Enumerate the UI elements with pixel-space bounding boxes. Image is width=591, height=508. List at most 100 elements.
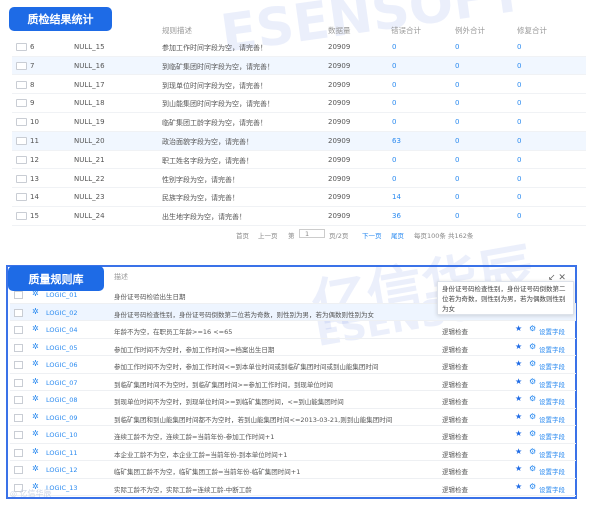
exception-total[interactable]: 0 (455, 118, 459, 126)
table-row[interactable]: ✲ LOGIC_06 参加工作时间不为空时，参加工作时间<=到本单位时间或到临矿集团… (10, 356, 576, 374)
fix-total[interactable]: 0 (517, 99, 521, 107)
star-icon[interactable]: ★ (515, 429, 522, 438)
error-total[interactable]: 36 (392, 212, 401, 220)
rule-code[interactable]: LOGIC_04 (46, 326, 78, 334)
table-row[interactable]: ✲ LOGIC_12 临矿集团工龄不为空，临矿集团工龄=当前年份-临矿集团时间+1 逻… (10, 461, 576, 479)
rule-code[interactable]: LOGIC_02 (46, 309, 78, 317)
error-total[interactable]: 0 (392, 43, 396, 51)
settings-icon[interactable]: ⚙ (529, 429, 536, 438)
row-checkbox[interactable] (14, 448, 23, 457)
row-checkbox[interactable] (14, 361, 23, 369)
row-checkbox[interactable] (16, 174, 27, 183)
table-row[interactable]: ✲ LOGIC_04 年龄不为空，在职员工年龄>=16 <=65 逻辑检查 ★ ⚙ 设置字段 (10, 321, 576, 339)
rule-code[interactable]: LOGIC_09 (46, 414, 78, 422)
table-row[interactable]: ✲ LOGIC_05 参加工作时间不为空时，参加工作时间>=档案出生日期 逻辑检查 ★ ⚙… (10, 339, 576, 356)
error-total[interactable]: 0 (392, 118, 396, 126)
set-fields-link[interactable]: 设置字段 (539, 361, 565, 371)
star-icon[interactable]: ★ (515, 464, 522, 473)
table-row[interactable]: ✲ LOGIC_07 到临矿集团时间不为空时，到临矿集团时间>=参加工作时间，到现单… (10, 374, 576, 391)
row-checkbox[interactable] (16, 99, 27, 108)
row-checkbox[interactable] (14, 396, 23, 404)
exception-total[interactable]: 0 (455, 193, 459, 201)
next-page-link[interactable]: 下一页 (362, 230, 382, 240)
settings-icon[interactable]: ⚙ (529, 412, 536, 421)
row-checkbox[interactable] (16, 137, 27, 145)
table-row[interactable]: 14 NULL_23 民族字段为空，请完善！ 20909 14 0 0 (12, 188, 586, 207)
exception-total[interactable]: 0 (455, 62, 459, 70)
row-checkbox[interactable] (14, 378, 23, 387)
row-checkbox[interactable] (14, 326, 23, 334)
error-total[interactable]: 63 (392, 137, 401, 145)
exception-total[interactable]: 0 (455, 137, 459, 145)
table-row[interactable]: ✲ LOGIC_11 本企业工龄不为空，本企业工龄=当前年份-到本单位时间+1 逻辑检… (10, 444, 576, 461)
table-row[interactable]: ✲ LOGIC_13 实际工龄不为空，实际工龄=连续工龄-中断工龄 逻辑检查 ★ ⚙ 设置字… (10, 479, 576, 496)
exception-total[interactable]: 0 (455, 212, 459, 220)
set-fields-link[interactable]: 设置字段 (539, 326, 565, 336)
set-fields-link[interactable]: 设置字段 (539, 484, 565, 494)
table-row[interactable]: 7 NULL_16 到临矿集团时间字段为空，请完善！ 20909 0 0 0 (12, 56, 586, 76)
star-icon[interactable]: ★ (515, 324, 522, 333)
table-row[interactable]: 15 NULL_24 出生地字段为空，请完善！ 20909 36 0 0 (12, 207, 586, 226)
settings-icon[interactable]: ⚙ (529, 464, 536, 473)
table-row[interactable]: 10 NULL_19 临矿集团工龄字段为空，请完善！ 20909 0 0 0 (12, 113, 586, 132)
row-checkbox[interactable] (16, 193, 27, 202)
rule-code[interactable]: LOGIC_07 (46, 379, 78, 387)
rule-code[interactable]: LOGIC_12 (46, 466, 78, 474)
set-fields-link[interactable]: 设置字段 (539, 396, 565, 406)
first-page-link[interactable]: 首页 (236, 230, 249, 240)
last-page-link[interactable]: 尾页 (391, 230, 404, 240)
table-row[interactable]: ✲ LOGIC_09 到临矿集团和到山能集团时间都不为空时，若到山能集团时间<=20… (10, 409, 576, 426)
fix-total[interactable]: 0 (517, 175, 521, 183)
row-checkbox[interactable] (14, 431, 23, 439)
star-icon[interactable]: ★ (515, 412, 522, 421)
error-total[interactable]: 0 (392, 62, 396, 70)
table-row[interactable]: 12 NULL_21 职工姓名字段为空，请完善！ 20909 0 0 0 (12, 151, 586, 170)
rule-code[interactable]: LOGIC_06 (46, 361, 78, 369)
set-fields-link[interactable]: 设置字段 (539, 449, 565, 459)
error-total[interactable]: 0 (392, 175, 396, 183)
star-icon[interactable]: ★ (515, 394, 522, 403)
row-checkbox[interactable] (14, 343, 23, 352)
star-icon[interactable]: ★ (515, 377, 522, 386)
table-row[interactable]: 6 NULL_15 参加工作时间字段为空，请完善！ 20909 0 0 0 (12, 38, 586, 57)
set-fields-link[interactable]: 设置字段 (539, 414, 565, 424)
table-row[interactable]: 11 NULL_20 政治面貌字段为空，请完善！ 20909 63 0 0 (12, 132, 586, 151)
rule-code[interactable]: LOGIC_11 (46, 449, 78, 457)
exception-total[interactable]: 0 (455, 81, 459, 89)
star-icon[interactable]: ★ (515, 447, 522, 456)
exception-total[interactable]: 0 (455, 175, 459, 183)
page-number-input[interactable]: 1 (299, 229, 325, 238)
star-icon[interactable]: ★ (515, 342, 522, 351)
exception-total[interactable]: 0 (455, 43, 459, 51)
set-fields-link[interactable]: 设置字段 (539, 466, 565, 476)
star-icon[interactable]: ★ (515, 359, 522, 368)
prev-page-link[interactable]: 上一页 (258, 230, 278, 240)
settings-icon[interactable]: ⚙ (529, 394, 536, 403)
fix-total[interactable]: 0 (517, 43, 521, 51)
row-checkbox[interactable] (16, 212, 27, 221)
error-total[interactable]: 0 (392, 156, 396, 164)
settings-icon[interactable]: ⚙ (529, 359, 536, 368)
table-row[interactable]: ✲ LOGIC_08 到现单位时间不为空时，到现单位时间>=到临矿集团时间，<=到山… (10, 391, 576, 409)
fix-total[interactable]: 0 (517, 81, 521, 89)
settings-icon[interactable]: ⚙ (529, 324, 536, 333)
row-checkbox[interactable] (14, 291, 23, 299)
rule-code[interactable]: LOGIC_08 (46, 396, 78, 404)
settings-icon[interactable]: ⚙ (529, 447, 536, 456)
rule-code[interactable]: LOGIC_10 (46, 431, 78, 439)
row-checkbox[interactable] (14, 308, 23, 317)
exception-total[interactable]: 0 (455, 156, 459, 164)
fix-total[interactable]: 0 (517, 212, 521, 220)
error-total[interactable]: 0 (392, 81, 396, 89)
error-total[interactable]: 14 (392, 193, 401, 201)
fix-total[interactable]: 0 (517, 62, 521, 70)
row-checkbox[interactable] (16, 80, 27, 89)
fix-total[interactable]: 0 (517, 137, 521, 145)
settings-icon[interactable]: ⚙ (529, 342, 536, 351)
rule-code[interactable]: LOGIC_05 (46, 344, 78, 352)
exception-total[interactable]: 0 (455, 99, 459, 107)
fix-total[interactable]: 0 (517, 156, 521, 164)
table-row[interactable]: 8 NULL_17 到现单位时间字段为空，请完善！ 20909 0 0 0 (12, 76, 586, 95)
row-checkbox[interactable] (16, 43, 27, 51)
fix-total[interactable]: 0 (517, 193, 521, 201)
